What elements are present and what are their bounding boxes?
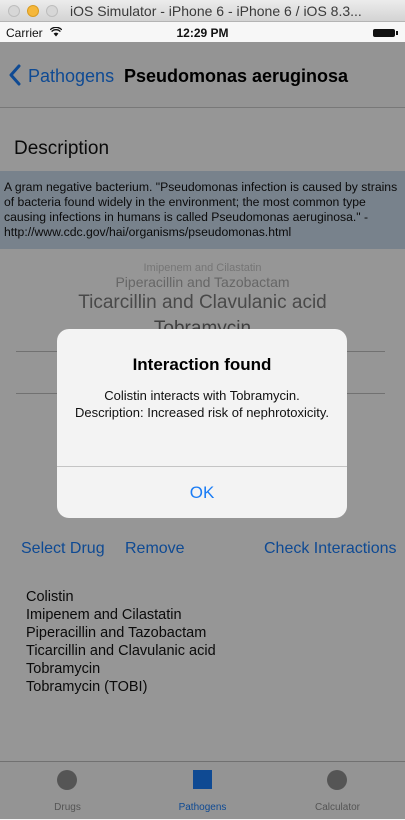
alert-ok-button[interactable]: OK: [57, 467, 347, 518]
window-close-button[interactable]: [8, 5, 20, 17]
status-time: 12:29 PM: [176, 26, 229, 40]
window-zoom-button[interactable]: [46, 5, 58, 17]
interaction-alert: Interaction found Colistin interacts wit…: [57, 329, 347, 518]
window-title: iOS Simulator - iPhone 6 - iPhone 6 / iO…: [70, 3, 362, 19]
alert-message: Colistin interacts with Tobramycin. Desc…: [74, 388, 330, 420]
simulator-title-bar: iOS Simulator - iPhone 6 - iPhone 6 / iO…: [0, 0, 405, 22]
alert-title: Interaction found: [132, 355, 272, 374]
window-minimize-button[interactable]: [27, 5, 39, 17]
status-bar: Carrier 12:29 PM: [0, 22, 405, 42]
battery-icon: [373, 29, 398, 37]
